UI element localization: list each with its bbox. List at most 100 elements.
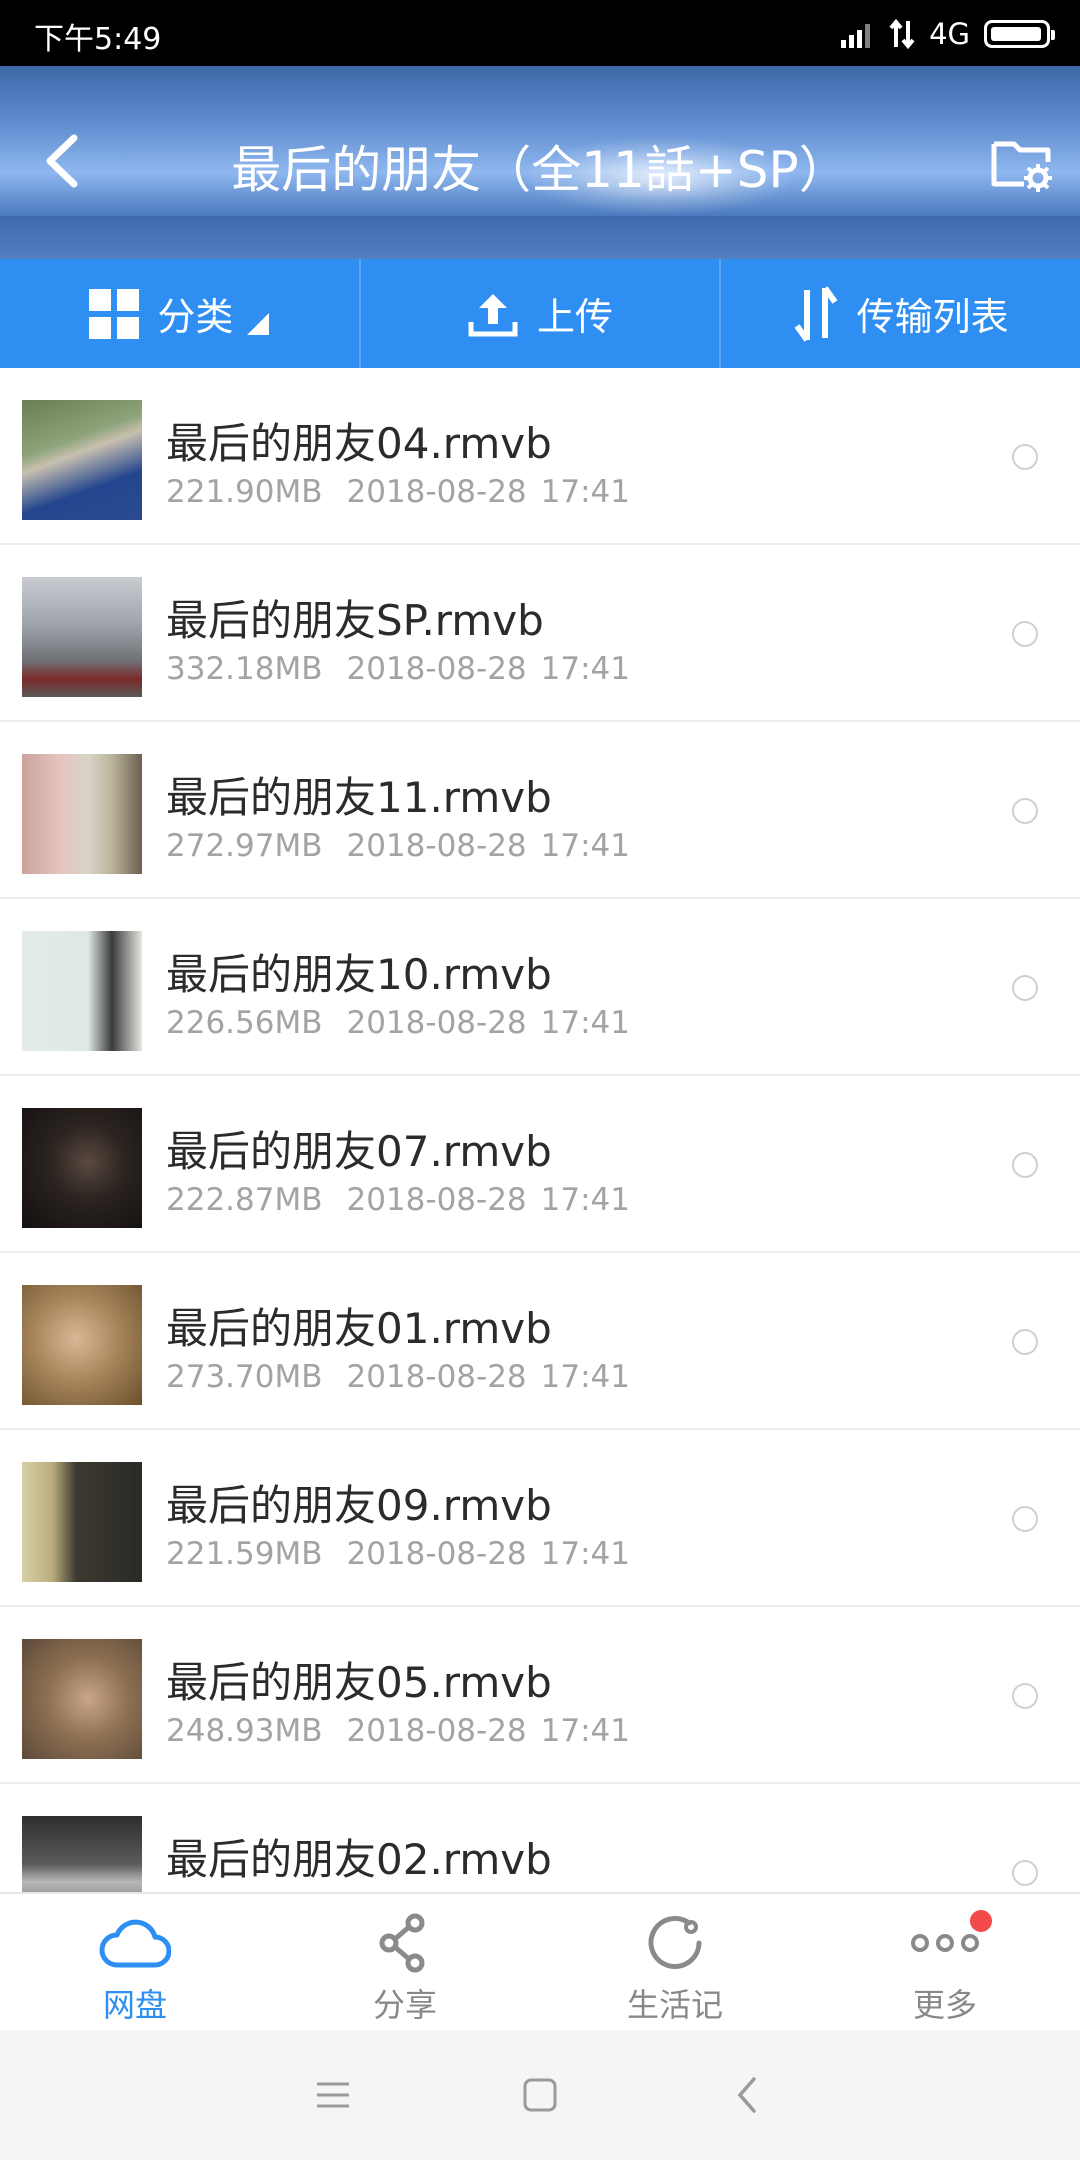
battery-icon — [984, 20, 1055, 48]
chevron-left-icon — [46, 134, 78, 188]
file-meta: 248.93MB 2018-08-28 17:41 — [166, 1713, 630, 1749]
file-name: 最后的朋友04.rmvb — [166, 419, 552, 468]
select-radio[interactable] — [1012, 1860, 1038, 1886]
status-time: 下午5:49 — [34, 22, 162, 57]
video-thumbnail — [22, 1816, 142, 1892]
file-size: 222.87MB — [166, 1182, 323, 1218]
file-date: 2018-08-28 — [346, 651, 527, 687]
file-date: 2018-08-28 — [346, 1536, 527, 1572]
file-size: 332.18MB — [166, 651, 323, 687]
file-time: 17:41 — [540, 1182, 630, 1218]
video-thumbnail — [22, 1108, 142, 1228]
folder-settings-icon — [991, 141, 1052, 192]
file-time: 17:41 — [540, 1359, 630, 1395]
select-radio[interactable] — [1012, 1506, 1038, 1532]
page-title: 最后的朋友（全11話+SP） — [231, 141, 849, 199]
data-arrows-icon — [889, 19, 915, 49]
tab-disk-label: 网盘 — [102, 1986, 167, 2024]
file-time: 17:41 — [540, 828, 630, 864]
list-item[interactable]: 最后的朋友07.rmvb 222.87MB 2018-08-28 17:41 — [0, 1076, 1080, 1253]
file-name: 最后的朋友05.rmvb — [166, 1658, 552, 1707]
list-item[interactable]: 最后的朋友01.rmvb 273.70MB 2018-08-28 17:41 — [0, 1253, 1080, 1430]
file-size: 248.93MB — [166, 1713, 323, 1749]
file-size: 221.59MB — [166, 1536, 323, 1572]
select-radio[interactable] — [1012, 621, 1038, 647]
tab-share[interactable]: 分享 — [270, 1894, 540, 2030]
video-thumbnail — [22, 577, 142, 697]
tab-life[interactable]: 生活记 — [540, 1894, 810, 2030]
tab-more-label: 更多 — [912, 1986, 977, 2024]
system-back-button[interactable] — [717, 2065, 777, 2125]
list-item[interactable]: 最后的朋友SP.rmvb 332.18MB 2018-08-28 17:41 — [0, 545, 1080, 722]
file-date: 2018-08-28 — [346, 1182, 527, 1218]
file-meta: 332.18MB 2018-08-28 17:41 — [166, 651, 630, 687]
file-time: 17:41 — [540, 474, 630, 510]
file-time: 17:41 — [540, 1536, 630, 1572]
home-square-icon — [523, 2078, 557, 2112]
dropdown-triangle-icon — [247, 312, 270, 335]
file-size: 226.56MB — [166, 1005, 323, 1041]
list-item[interactable]: 最后的朋友05.rmvb 248.93MB 2018-08-28 17:41 — [0, 1607, 1080, 1784]
video-thumbnail — [22, 931, 142, 1051]
file-name: 最后的朋友07.rmvb — [166, 1127, 552, 1176]
file-date: 2018-08-28 — [346, 1359, 527, 1395]
select-radio[interactable] — [1012, 444, 1038, 470]
list-item[interactable]: 最后的朋友10.rmvb 226.56MB 2018-08-28 17:41 — [0, 899, 1080, 1076]
video-thumbnail — [22, 754, 142, 874]
tab-life-label: 生活记 — [626, 1986, 723, 2024]
select-radio[interactable] — [1012, 1329, 1038, 1355]
select-radio[interactable] — [1012, 975, 1038, 1001]
upload-icon — [468, 293, 518, 336]
file-name: 最后的朋友SP.rmvb — [166, 596, 544, 645]
category-button[interactable]: 分类 — [0, 259, 359, 368]
back-button[interactable] — [30, 126, 100, 196]
file-date: 2018-08-28 — [346, 1005, 527, 1041]
video-thumbnail — [22, 1285, 142, 1405]
file-name: 最后的朋友10.rmvb — [166, 950, 552, 999]
file-meta: 222.87MB 2018-08-28 17:41 — [166, 1182, 630, 1218]
notification-dot — [970, 1910, 992, 1932]
file-size: 221.90MB — [166, 474, 323, 510]
file-meta: 272.97MB 2018-08-28 17:41 — [166, 828, 630, 864]
menu-button[interactable] — [303, 2065, 363, 2125]
network-type: 4G — [929, 17, 970, 51]
header: 最后的朋友（全11話+SP） — [0, 66, 1080, 259]
signal-icon — [841, 24, 871, 48]
menu-icon — [317, 2082, 350, 2108]
file-date: 2018-08-28 — [346, 828, 527, 864]
file-time: 17:41 — [540, 651, 630, 687]
action-toolbar: 分类 上传 传输列表 — [0, 259, 1080, 368]
list-item[interactable]: 最后的朋友11.rmvb 272.97MB 2018-08-28 17:41 — [0, 722, 1080, 899]
file-meta: 226.56MB 2018-08-28 17:41 — [166, 1005, 630, 1041]
home-button[interactable] — [510, 2065, 570, 2125]
file-name: 最后的朋友01.rmvb — [166, 1304, 552, 1353]
share-icon — [369, 1912, 441, 1974]
tab-disk[interactable]: 网盘 — [0, 1894, 270, 2030]
file-meta: 221.90MB 2018-08-28 17:41 — [166, 474, 630, 510]
file-meta: 221.59MB 2018-08-28 17:41 — [166, 1536, 630, 1572]
back-arrow-icon — [737, 2077, 756, 2113]
bottom-tab-bar: 网盘 分享 生活记 更多 — [0, 1892, 1080, 2030]
list-item[interactable]: 最后的朋友02.rmvb — [0, 1784, 1080, 1892]
file-meta: 273.70MB 2018-08-28 17:41 — [166, 1359, 630, 1395]
transfer-list-button[interactable]: 传输列表 — [719, 259, 1080, 368]
video-thumbnail — [22, 1639, 142, 1759]
cloud-icon — [99, 1912, 171, 1974]
list-item[interactable]: 最后的朋友09.rmvb 221.59MB 2018-08-28 17:41 — [0, 1430, 1080, 1607]
tab-more[interactable]: 更多 — [810, 1894, 1080, 2030]
select-radio[interactable] — [1012, 1152, 1038, 1178]
file-list: 最后的朋友04.rmvb 221.90MB 2018-08-28 17:41 最后的… — [0, 368, 1080, 1892]
category-label: 分类 — [157, 295, 234, 339]
upload-button[interactable]: 上传 — [358, 259, 720, 368]
video-thumbnail — [22, 1462, 142, 1582]
header-background-wave — [0, 216, 1080, 259]
file-name: 最后的朋友11.rmvb — [166, 773, 552, 822]
grid-icon — [89, 288, 140, 339]
select-radio[interactable] — [1012, 798, 1038, 824]
folder-settings-button[interactable] — [988, 128, 1058, 198]
list-item[interactable]: 最后的朋友04.rmvb 221.90MB 2018-08-28 17:41 — [0, 368, 1080, 545]
file-name: 最后的朋友02.rmvb — [166, 1835, 552, 1884]
file-size: 273.70MB — [166, 1359, 323, 1395]
status-icons: 4G — [841, 14, 1055, 54]
select-radio[interactable] — [1012, 1683, 1038, 1709]
